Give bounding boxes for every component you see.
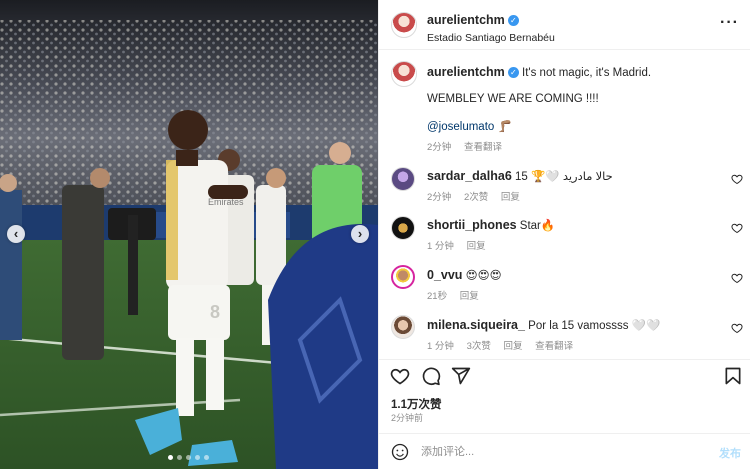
comment-timestamp[interactable]: 1 分钟 [427, 241, 454, 252]
comment-text: 😍😍😍 [465, 270, 502, 282]
post-side-panel: aurelientchm ✓ Estadio Santiago Bernabéu … [378, 0, 750, 469]
likes-count[interactable]: 1.1万次赞 [391, 396, 442, 412]
commenter-avatar[interactable] [391, 216, 415, 240]
post-photo[interactable]: Emirates 8 ‹ › [0, 0, 378, 469]
stadium-celebration-photo: Emirates 8 [0, 0, 378, 469]
comment-username[interactable]: milena.siqueira_ [427, 318, 525, 332]
heart-icon[interactable] [731, 322, 743, 334]
caption-text-line2: WEMBLEY WE ARE COMING !!!! [427, 93, 599, 105]
comment-text: Star🔥 [519, 220, 556, 232]
emoji-icon[interactable] [391, 443, 409, 461]
comment-text: Por la 15 vamossss 🤍🤍 [528, 320, 661, 332]
author-avatar[interactable] [391, 12, 417, 38]
heart-icon[interactable] [731, 173, 743, 185]
comment-username[interactable]: sardar_dalha6 [427, 169, 512, 183]
caption-avatar[interactable] [391, 61, 417, 87]
heart-icon[interactable] [731, 272, 743, 284]
bookmark-icon[interactable] [723, 366, 743, 386]
caption-translate-link[interactable]: 查看翻译 [464, 142, 502, 153]
share-icon[interactable] [451, 366, 471, 386]
post-actions: 1.1万次赞 2分钟前 [379, 359, 750, 423]
comment-reply-button[interactable]: 回复 [504, 341, 523, 352]
caption-timestamp[interactable]: 2分钟 [427, 142, 451, 153]
jersey-number-text: 8 [210, 302, 220, 322]
more-options-icon[interactable]: ··· [720, 14, 739, 32]
carousel-dot [195, 455, 200, 460]
comment-username[interactable]: shortii_phones [427, 218, 517, 232]
post-comment-button[interactable]: 发布 [719, 445, 741, 461]
comment-likes[interactable]: 2次赞 [464, 192, 488, 203]
comment-input[interactable] [421, 442, 691, 462]
caption-mention-link[interactable]: @joselumato [427, 121, 494, 133]
add-comment-bar: 发布 [379, 433, 750, 469]
carousel-dot [186, 455, 191, 460]
comment-likes[interactable]: 3次赞 [467, 341, 491, 352]
comments-section: aurelientchm ✓ It's not magic, it's Madri… [379, 51, 750, 359]
carousel-dot [177, 455, 182, 460]
post-location[interactable]: Estadio Santiago Bernabéu [427, 32, 555, 44]
post-header: aurelientchm ✓ Estadio Santiago Bernabéu … [379, 0, 750, 50]
like-heart-icon[interactable] [390, 366, 410, 386]
comment-reply-button[interactable]: 回复 [501, 192, 520, 203]
comment-translate-link[interactable]: 查看翻译 [535, 341, 573, 352]
commenter-avatar[interactable] [391, 315, 415, 339]
comment-reply-button[interactable]: 回复 [460, 291, 479, 302]
verified-badge-icon: ✓ [507, 67, 519, 78]
comment-timestamp[interactable]: 2分钟 [427, 192, 451, 203]
comment-icon[interactable] [421, 366, 441, 386]
commenter-avatar[interactable] [391, 265, 415, 289]
commenter-avatar[interactable] [391, 167, 415, 191]
previous-photo-button[interactable]: ‹ [7, 225, 25, 243]
heart-icon[interactable] [731, 222, 743, 234]
caption-text-line1: It's not magic, it's Madrid. [522, 67, 652, 79]
caption-mention-emoji: 🦵🏽 [497, 121, 512, 133]
next-photo-button[interactable]: › [351, 225, 369, 243]
caption-username[interactable]: aurelientchm [427, 65, 505, 79]
comment-reply-button[interactable]: 回复 [467, 241, 486, 252]
post-timestamp[interactable]: 2分钟前 [391, 411, 423, 424]
carousel-indicator [168, 455, 209, 460]
carousel-dot [168, 455, 173, 460]
comment-text: 15 🏆🤍 حالا مادريد [514, 171, 613, 183]
author-username[interactable]: aurelientchm [427, 13, 505, 27]
comment-timestamp[interactable]: 21秒 [427, 291, 447, 302]
verified-badge-icon: ✓ [507, 15, 519, 26]
carousel-dot [204, 455, 209, 460]
comment-timestamp[interactable]: 1 分钟 [427, 341, 454, 352]
comment-username[interactable]: 0_vvu [427, 268, 462, 282]
